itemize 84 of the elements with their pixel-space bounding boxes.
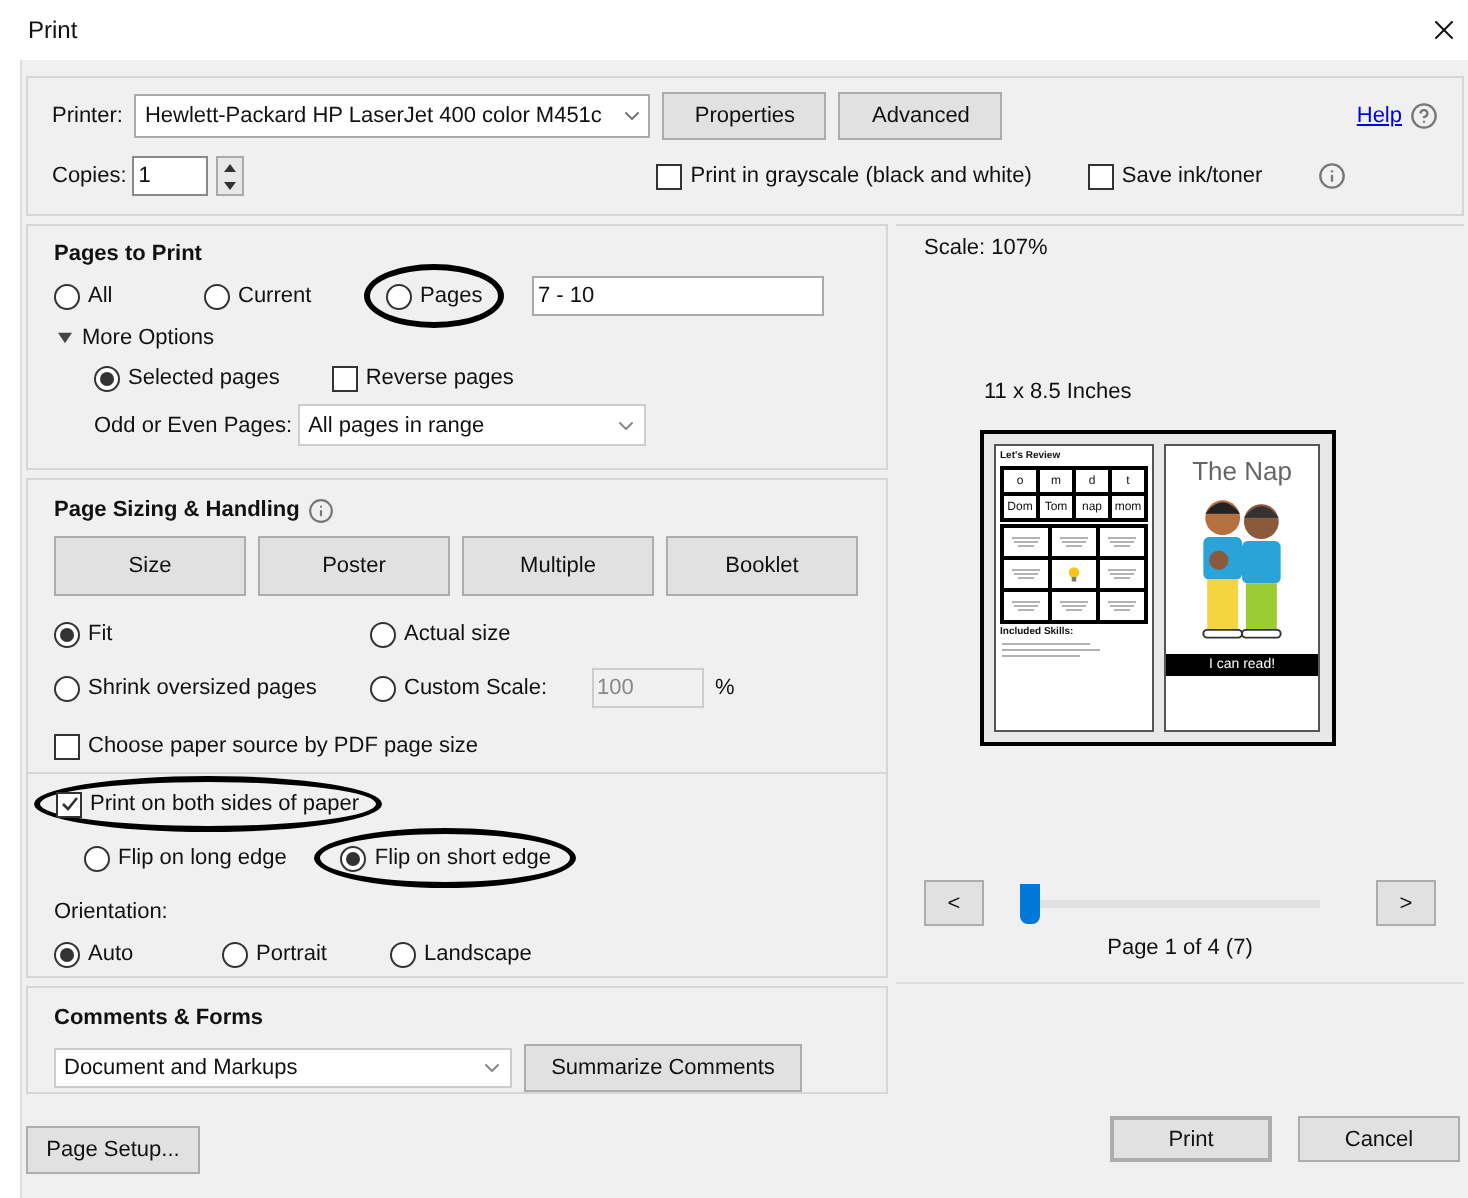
radio-button[interactable]	[54, 675, 80, 701]
odd-even-label: Odd or Even Pages:	[94, 411, 293, 439]
text-lines-drawing	[1010, 536, 1042, 548]
orientation-label: Orientation:	[54, 898, 168, 926]
radio-button[interactable]	[386, 283, 412, 309]
radio-label: Landscape	[424, 940, 532, 968]
text-lines-drawing	[1058, 600, 1090, 612]
radio-button[interactable]	[222, 941, 248, 967]
text-lines-drawing	[1058, 536, 1090, 548]
checkbox[interactable]	[656, 163, 683, 189]
section-title: Comments & Forms	[54, 1004, 264, 1032]
text-lines-drawing	[1010, 600, 1042, 612]
radio-label: Flip on short edge	[374, 844, 551, 872]
printer-dropdown[interactable]: Hewlett-Packard HP LaserJet 400 color M451c	[134, 94, 651, 138]
radio-button[interactable]	[94, 365, 120, 391]
more-options-toggle[interactable]: More Options	[82, 324, 215, 352]
printer-button[interactable]: Properties	[662, 92, 827, 140]
radio-button[interactable]	[340, 845, 367, 871]
previous-page-button[interactable]: <	[924, 880, 984, 926]
radio-label: Actual size	[404, 620, 511, 648]
slider-thumb[interactable]	[1020, 883, 1040, 923]
odd-even-dropdown[interactable]: All pages in range	[298, 404, 647, 446]
pages-field[interactable]: 7 - 10	[532, 276, 824, 316]
radio-button[interactable]	[204, 283, 230, 309]
radio-label: Current	[238, 282, 312, 310]
book-title: The Nap	[1192, 458, 1292, 486]
radio-button[interactable]	[84, 845, 110, 871]
radio-label: Pages	[420, 282, 483, 310]
unit-label: %	[715, 674, 735, 702]
page-counter: Page 1 of 4 (7)	[1107, 934, 1253, 962]
mode-button[interactable]: Size	[54, 536, 246, 596]
page-slider[interactable]	[1020, 883, 1320, 923]
text-lines-drawing	[1106, 568, 1138, 580]
checkbox-label: Print on both sides of paper	[90, 790, 360, 818]
section-title: Page Sizing & Handling	[54, 496, 300, 524]
radio-label: Portrait	[256, 940, 327, 968]
info-icon[interactable]	[1318, 162, 1347, 190]
mode-button[interactable]: Booklet	[666, 536, 858, 596]
printer-label: Printer:	[52, 102, 123, 130]
copies-field[interactable]: 1	[132, 156, 209, 196]
help-icon[interactable]	[1410, 102, 1438, 130]
text-lines-drawing	[1106, 600, 1138, 612]
radio-button[interactable]	[390, 941, 416, 967]
paper-size-label: 11 x 8.5 Inches	[984, 378, 1132, 406]
checkbox[interactable]	[56, 791, 82, 817]
radio-label: Flip on long edge	[118, 844, 287, 872]
caret-icon[interactable]	[58, 332, 72, 344]
copies-label: Copies:	[52, 162, 127, 190]
radio-button[interactable]	[370, 621, 396, 647]
radio-button[interactable]	[54, 941, 80, 967]
radio-label: Fit	[88, 620, 113, 648]
radio-label: All	[88, 282, 113, 310]
checkbox-label: Reverse pages	[365, 364, 514, 392]
text-lines-drawing	[1010, 568, 1042, 580]
mode-button[interactable]: Poster	[258, 536, 450, 596]
copies-spinner[interactable]	[216, 156, 245, 196]
radio-label: Shrink oversized pages	[88, 674, 317, 702]
checkbox[interactable]	[54, 733, 80, 759]
window-title: Print	[28, 16, 78, 44]
radio-button[interactable]	[370, 675, 396, 701]
mode-button[interactable]: Multiple	[462, 536, 654, 596]
option-label: Print in grayscale (black and white)	[690, 162, 1032, 190]
radio-button[interactable]	[54, 621, 80, 647]
page-setup-button[interactable]: Page Setup...	[26, 1126, 200, 1174]
summarize-button[interactable]: Summarize Comments	[524, 1044, 802, 1092]
radio-label: Custom Scale:	[404, 674, 548, 702]
checkbox[interactable]	[331, 365, 358, 391]
option-label: Save ink/toner	[1121, 162, 1263, 190]
dialog-button[interactable]: Cancel	[1298, 1116, 1460, 1162]
section-title: Pages to Print	[54, 240, 202, 268]
dialog-button[interactable]: Print	[1110, 1116, 1272, 1162]
comments-dropdown[interactable]: Document and Markups	[54, 1048, 512, 1088]
radio-label: Auto	[88, 940, 134, 968]
radio-label: Selected pages	[128, 364, 280, 392]
info-icon[interactable]	[307, 497, 334, 523]
lightbulb-icon	[1068, 566, 1080, 582]
checkbox[interactable]	[1087, 163, 1114, 189]
checkbox-label: Choose paper source by PDF page size	[88, 732, 479, 760]
next-page-button[interactable]: >	[1376, 880, 1436, 926]
scale-label: Scale: 107%	[924, 234, 1048, 262]
printer-button[interactable]: Advanced	[838, 92, 1003, 140]
text-lines-drawing	[1106, 536, 1138, 548]
help-link[interactable]: Help	[1356, 102, 1402, 130]
radio-button[interactable]	[54, 283, 80, 309]
